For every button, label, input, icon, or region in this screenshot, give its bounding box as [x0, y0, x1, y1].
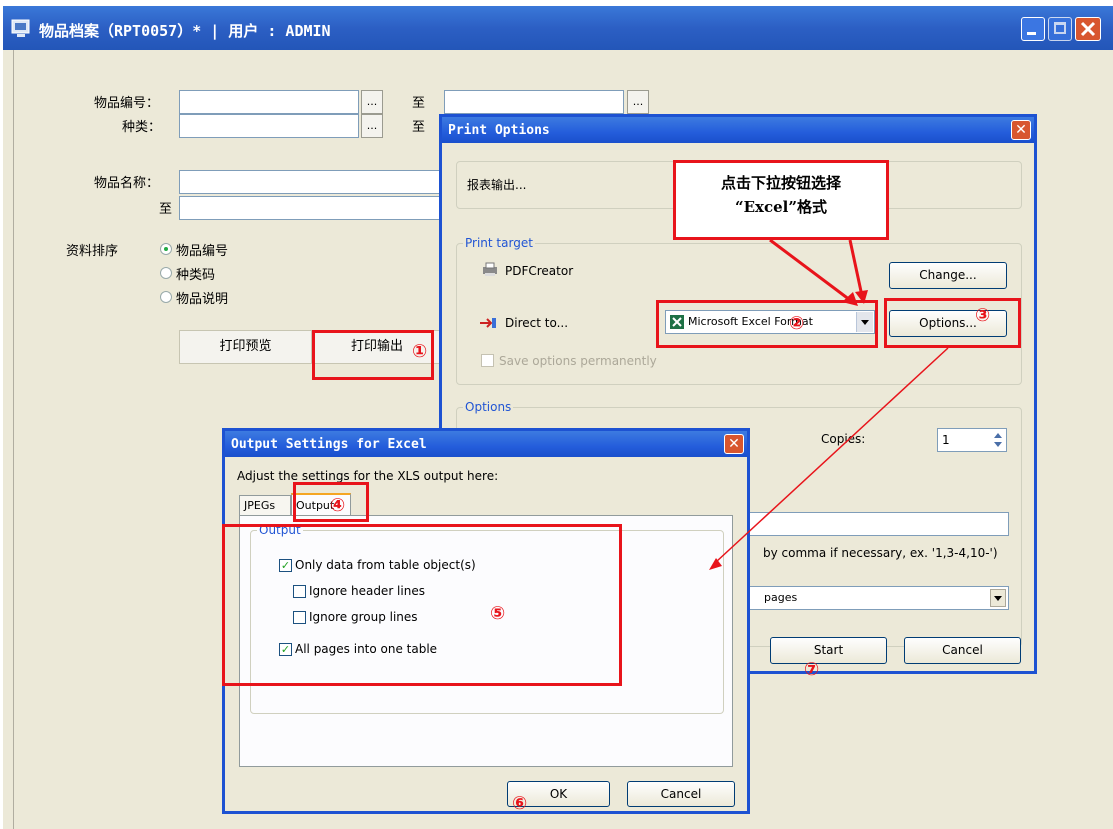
marker-2: ②: [789, 313, 805, 334]
annotation-arrows: [709, 238, 949, 570]
marker-1: ①: [412, 341, 428, 362]
marker-6: ⑥: [512, 793, 528, 814]
marker-5: ⑤: [490, 603, 506, 624]
marker-3: ③: [975, 305, 991, 326]
marker-4: ④: [330, 495, 346, 516]
marker-7: ⑦: [804, 659, 820, 680]
